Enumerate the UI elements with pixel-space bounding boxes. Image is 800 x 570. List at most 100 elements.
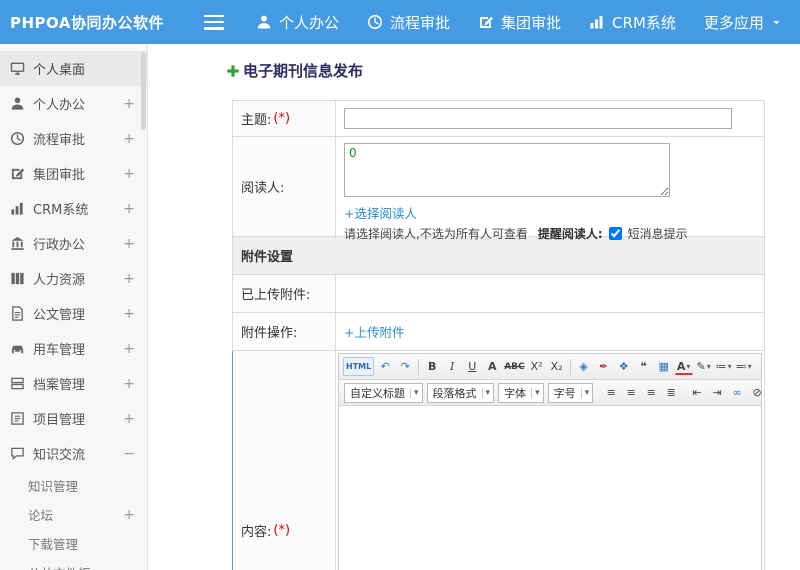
edit-icon: [478, 14, 494, 30]
sidebar-scrollbar-thumb[interactable]: [141, 52, 146, 130]
expand-icon[interactable]: +: [123, 376, 135, 392]
nav-item-group-approval[interactable]: 集团审批: [478, 12, 561, 33]
table-button[interactable]: ▦: [655, 357, 673, 376]
readers-label: 阅读人:: [233, 137, 336, 236]
bold-button[interactable]: B: [423, 357, 441, 376]
fill-color-button[interactable]: ❖: [615, 357, 633, 376]
expand-icon[interactable]: +: [123, 236, 135, 252]
car-icon: [10, 341, 25, 356]
add-icon: [226, 64, 240, 78]
expand-icon[interactable]: +: [123, 271, 135, 287]
superscript-button[interactable]: X²: [528, 357, 546, 376]
caret-down-icon: ▾: [481, 387, 494, 398]
expand-icon[interactable]: +: [123, 507, 135, 523]
unordered-list-button[interactable]: ≔ ▾: [715, 357, 733, 376]
blockquote-button[interactable]: ❝: [635, 357, 653, 376]
nav-item-crm[interactable]: CRM系统: [589, 12, 676, 33]
sms-notify-checkbox[interactable]: [608, 227, 622, 240]
editor-toolbar-row1: HTML ↶ ↷ B I U A ABC X² X₂ ◈ ✒ ❖ ❝ ▦ A ▾ ✎ ▾ ≔ ▾ ≕ ▾: [339, 354, 761, 380]
caret-down-icon: ▾: [747, 362, 752, 371]
sidebar-item-public-file-cabinet[interactable]: 公共文件柜: [0, 558, 147, 570]
subject-input[interactable]: [344, 108, 732, 129]
sidebar-item-crm[interactable]: CRM系统 +: [0, 191, 147, 226]
attachment-ops-row: 附件操作: +上传附件: [233, 313, 764, 351]
topbar: PHPOA协同办公软件 个人办公 流程审批 集团审批 CRM系统 更多应用: [0, 0, 800, 44]
sidebar-item-hr[interactable]: 人力资源 +: [0, 261, 147, 296]
sidebar-item-group-approval[interactable]: 集团审批 +: [0, 156, 147, 191]
required-mark: (*): [273, 523, 291, 538]
chat-icon: [10, 446, 25, 461]
redo-button[interactable]: ↷: [396, 357, 414, 376]
sidebar-item-document-mgmt[interactable]: 公文管理 +: [0, 296, 147, 331]
sidebar-item-knowledge-exchange[interactable]: 知识交流 −: [0, 436, 147, 471]
readers-textarea[interactable]: 0: [344, 143, 670, 197]
undo-button[interactable]: ↶: [376, 357, 394, 376]
nav-item-label: 流程审批: [390, 13, 451, 32]
nav-item-more-apps[interactable]: 更多应用: [704, 12, 782, 33]
subscript-button[interactable]: X₂: [548, 357, 566, 376]
font-color-button[interactable]: A ▾: [674, 358, 693, 375]
align-justify-button[interactable]: ≣: [662, 383, 680, 402]
font-size-select[interactable]: 字号 ▾: [547, 382, 594, 403]
uploaded-attachments-label: 已上传附件:: [233, 275, 336, 312]
nav-item-workflow-approval[interactable]: 流程审批: [367, 12, 450, 33]
heading-select[interactable]: 自定义标题 ▾: [344, 382, 423, 403]
desktop-icon: [10, 61, 25, 76]
sidebar: 个人桌面 个人办公 + 流程审批 + 集团审批 + CRM系统 + 行政办公 +…: [0, 44, 148, 570]
sms-notify-label: 短消息提示: [627, 227, 688, 241]
expand-icon[interactable]: +: [123, 341, 135, 357]
editor-body[interactable]: [339, 406, 761, 570]
font-button[interactable]: A: [483, 357, 501, 376]
format-painter-button[interactable]: ✒: [595, 357, 613, 376]
caret-down-icon: ▾: [706, 362, 711, 371]
italic-button[interactable]: I: [443, 357, 461, 376]
expand-icon[interactable]: +: [123, 131, 135, 147]
link-button[interactable]: ∞: [728, 383, 746, 402]
clock-icon: [367, 14, 383, 30]
sidebar-item-vehicle-mgmt[interactable]: 用车管理 +: [0, 331, 147, 366]
sidebar-item-personal-office[interactable]: 个人办公 +: [0, 86, 147, 121]
outdent-button[interactable]: ⇤: [688, 383, 706, 402]
font-family-select[interactable]: 字体 ▾: [498, 382, 544, 403]
uploaded-attachments-row: 已上传附件:: [233, 275, 764, 313]
bar-chart-icon: [10, 201, 25, 216]
align-left-button[interactable]: ≡: [602, 383, 620, 402]
building-icon: [10, 236, 25, 251]
expand-icon[interactable]: +: [123, 411, 135, 427]
expand-icon[interactable]: +: [123, 306, 135, 322]
highlight-button[interactable]: ✎ ▾: [695, 357, 713, 376]
sidebar-item-project-mgmt[interactable]: 项目管理 +: [0, 401, 147, 436]
collapse-icon[interactable]: −: [123, 446, 135, 462]
sidebar-item-knowledge-mgmt[interactable]: 知识管理: [0, 471, 147, 500]
sidebar-item-desktop[interactable]: 个人桌面: [0, 51, 147, 86]
menu-toggle-button[interactable]: [204, 14, 224, 30]
sidebar-item-archive-mgmt[interactable]: 档案管理 +: [0, 366, 147, 401]
upload-attachment-link[interactable]: +上传附件: [344, 322, 404, 341]
toolbar-separator: [569, 358, 571, 375]
columns-icon: [10, 271, 25, 286]
indent-button[interactable]: ⇥: [708, 383, 726, 402]
remove-format-button[interactable]: ◈: [575, 357, 593, 376]
nav-item-personal-office[interactable]: 个人办公: [256, 12, 339, 33]
align-right-button[interactable]: ≡: [642, 383, 660, 402]
unlink-button[interactable]: ⊘: [748, 383, 761, 402]
paragraph-select[interactable]: 段落格式 ▾: [426, 382, 495, 403]
sidebar-item-download-mgmt[interactable]: 下载管理: [0, 529, 147, 558]
expand-icon[interactable]: +: [123, 166, 135, 182]
sidebar-item-forum[interactable]: 论坛 +: [0, 500, 147, 529]
sidebar-item-admin-office[interactable]: 行政办公 +: [0, 226, 147, 261]
sidebar-item-workflow-approval[interactable]: 流程审批 +: [0, 121, 147, 156]
clock-icon: [10, 131, 25, 146]
select-readers-link[interactable]: +选择阅读人: [344, 206, 417, 221]
required-mark: (*): [273, 111, 291, 126]
caret-down-icon: ▾: [531, 387, 543, 398]
ordered-list-button[interactable]: ≕ ▾: [735, 357, 753, 376]
expand-icon[interactable]: +: [123, 96, 135, 112]
caret-down-icon: ▾: [686, 361, 691, 371]
align-center-button[interactable]: ≡: [622, 383, 640, 402]
nav-item-label: 个人办公: [279, 13, 340, 32]
html-source-button[interactable]: HTML: [343, 357, 375, 376]
expand-icon[interactable]: +: [123, 201, 135, 217]
underline-button[interactable]: U: [463, 357, 481, 376]
strikethrough-button[interactable]: ABC: [503, 357, 525, 376]
